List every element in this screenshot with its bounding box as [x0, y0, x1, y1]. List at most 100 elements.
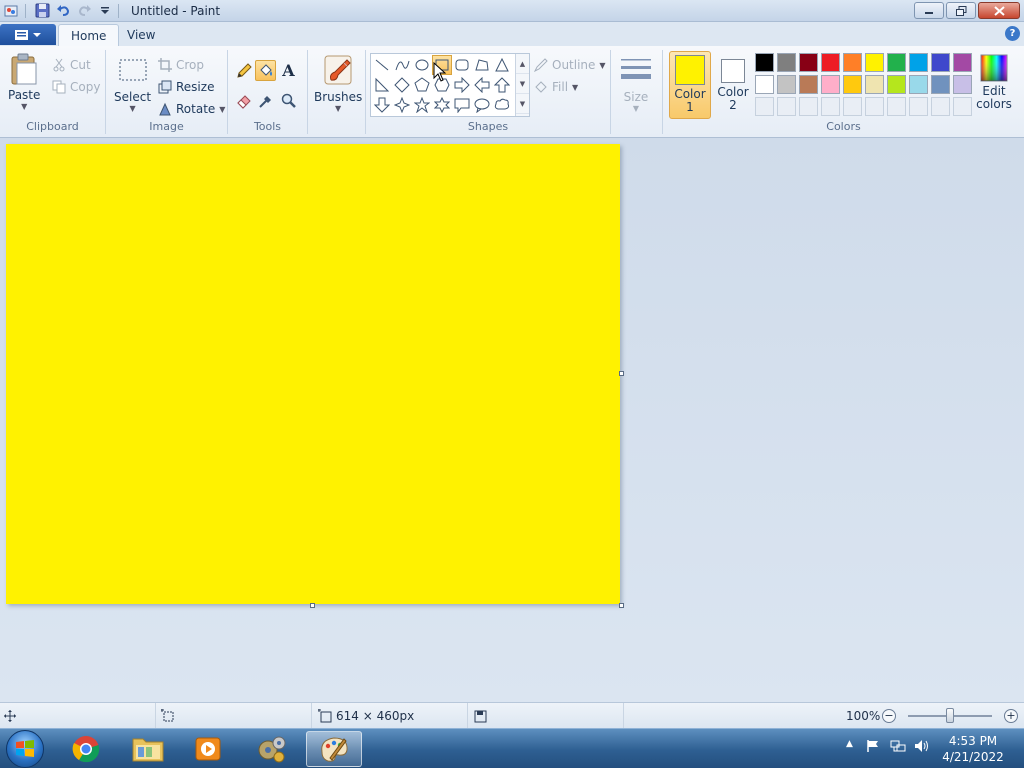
- minimize-button[interactable]: [914, 2, 944, 19]
- pencil-icon[interactable]: [233, 60, 254, 81]
- palette-swatch[interactable]: [755, 75, 774, 94]
- canvas-resize-handle-corner[interactable]: [619, 603, 624, 608]
- rectangular-callout-shape-icon[interactable]: [452, 95, 472, 115]
- palette-empty-swatch[interactable]: [755, 97, 774, 116]
- color-picker-icon[interactable]: [255, 90, 276, 111]
- color2-button[interactable]: Color 2: [713, 51, 753, 119]
- palette-empty-swatch[interactable]: [953, 97, 972, 116]
- undo-icon[interactable]: [54, 2, 72, 20]
- palette-swatch[interactable]: [953, 75, 972, 94]
- crop-button[interactable]: Crop: [158, 58, 204, 72]
- oval-callout-shape-icon[interactable]: [472, 95, 492, 115]
- customize-qat-icon[interactable]: [96, 2, 114, 20]
- six-point-star-shape-icon[interactable]: [432, 95, 452, 115]
- palette-empty-swatch[interactable]: [843, 97, 862, 116]
- copy-button[interactable]: Copy: [52, 80, 100, 94]
- zoom-slider-thumb[interactable]: [946, 708, 954, 723]
- restore-button[interactable]: [946, 2, 976, 19]
- up-arrow-shape-icon[interactable]: [492, 75, 512, 95]
- taskbar-media-player[interactable]: [180, 731, 236, 767]
- triangle-shape-icon[interactable]: [492, 55, 512, 75]
- shapes-expand-icon[interactable]: ▼: [516, 94, 529, 114]
- palette-swatch[interactable]: [755, 53, 774, 72]
- drawing-canvas[interactable]: [6, 144, 620, 604]
- tab-view[interactable]: View: [115, 24, 167, 46]
- taskbar-file-explorer[interactable]: [120, 731, 176, 767]
- palette-swatch[interactable]: [931, 53, 950, 72]
- volume-icon[interactable]: [914, 739, 930, 756]
- close-button[interactable]: [978, 2, 1020, 19]
- line-shape-icon[interactable]: [372, 55, 392, 75]
- palette-swatch[interactable]: [799, 53, 818, 72]
- shapes-scrollbar[interactable]: ▲ ▼ ▼: [515, 54, 529, 116]
- palette-swatch[interactable]: [931, 75, 950, 94]
- cloud-callout-shape-icon[interactable]: [492, 95, 512, 115]
- canvas-resize-handle-bottom[interactable]: [310, 603, 315, 608]
- start-button[interactable]: [6, 730, 44, 768]
- polygon-shape-icon[interactable]: [472, 55, 492, 75]
- oval-shape-icon[interactable]: [412, 55, 432, 75]
- shapes-scroll-up-icon[interactable]: ▲: [516, 54, 529, 74]
- redo-icon[interactable]: [75, 2, 93, 20]
- pentagon-shape-icon[interactable]: [412, 75, 432, 95]
- palette-swatch[interactable]: [821, 53, 840, 72]
- palette-empty-swatch[interactable]: [777, 97, 796, 116]
- palette-swatch[interactable]: [843, 53, 862, 72]
- save-icon[interactable]: [33, 2, 51, 20]
- edit-colors-button[interactable]: Edit colors: [973, 53, 1015, 119]
- brushes-button[interactable]: Brushes ▼: [314, 54, 362, 113]
- taskbar-paint[interactable]: [306, 731, 362, 767]
- palette-swatch[interactable]: [865, 75, 884, 94]
- select-button[interactable]: Select ▼: [114, 54, 151, 113]
- taskbar-chrome[interactable]: [58, 731, 114, 767]
- palette-empty-swatch[interactable]: [887, 97, 906, 116]
- palette-swatch[interactable]: [909, 75, 928, 94]
- palette-swatch[interactable]: [953, 53, 972, 72]
- paint-menu-button[interactable]: [0, 24, 56, 45]
- palette-swatch[interactable]: [777, 53, 796, 72]
- palette-swatch[interactable]: [777, 75, 796, 94]
- system-clock[interactable]: 4:53 PM 4/21/2022: [930, 733, 1016, 765]
- help-icon[interactable]: ?: [1005, 26, 1020, 41]
- palette-swatch[interactable]: [821, 75, 840, 94]
- fill-button[interactable]: Fill ▼: [534, 80, 578, 94]
- left-arrow-shape-icon[interactable]: [472, 75, 492, 95]
- down-arrow-shape-icon[interactable]: [372, 95, 392, 115]
- palette-swatch[interactable]: [887, 75, 906, 94]
- color1-button[interactable]: Color 1: [669, 51, 711, 119]
- palette-empty-swatch[interactable]: [865, 97, 884, 116]
- four-point-star-shape-icon[interactable]: [392, 95, 412, 115]
- five-point-star-shape-icon[interactable]: [412, 95, 432, 115]
- fill-bucket-icon[interactable]: [255, 60, 276, 81]
- palette-empty-swatch[interactable]: [799, 97, 818, 116]
- text-tool-icon[interactable]: A: [278, 60, 299, 81]
- zoom-out-button[interactable]: −: [882, 709, 896, 723]
- show-hidden-icons-icon[interactable]: ▲: [846, 739, 853, 749]
- network-icon[interactable]: [890, 739, 906, 756]
- zoom-in-button[interactable]: +: [1004, 709, 1018, 723]
- shapes-scroll-down-icon[interactable]: ▼: [516, 74, 529, 94]
- action-center-flag-icon[interactable]: [866, 739, 880, 756]
- palette-swatch[interactable]: [887, 53, 906, 72]
- outline-button[interactable]: Outline ▼: [534, 58, 606, 72]
- taskbar-app[interactable]: [244, 731, 300, 767]
- magnifier-icon[interactable]: [278, 90, 299, 111]
- palette-swatch[interactable]: [843, 75, 862, 94]
- tab-home[interactable]: Home: [58, 24, 120, 46]
- palette-swatch[interactable]: [865, 53, 884, 72]
- resize-button[interactable]: Resize: [158, 80, 214, 94]
- rounded-rectangle-shape-icon[interactable]: [452, 55, 472, 75]
- eraser-icon[interactable]: [233, 90, 254, 111]
- diamond-shape-icon[interactable]: [392, 75, 412, 95]
- right-arrow-shape-icon[interactable]: [452, 75, 472, 95]
- palette-swatch[interactable]: [909, 53, 928, 72]
- cut-button[interactable]: Cut: [52, 58, 91, 72]
- canvas-resize-handle-right[interactable]: [619, 371, 624, 376]
- right-triangle-shape-icon[interactable]: [372, 75, 392, 95]
- size-button[interactable]: Size ▼: [619, 54, 653, 113]
- palette-empty-swatch[interactable]: [821, 97, 840, 116]
- paint-app-icon[interactable]: [3, 2, 21, 20]
- palette-swatch[interactable]: [799, 75, 818, 94]
- palette-empty-swatch[interactable]: [909, 97, 928, 116]
- palette-empty-swatch[interactable]: [931, 97, 950, 116]
